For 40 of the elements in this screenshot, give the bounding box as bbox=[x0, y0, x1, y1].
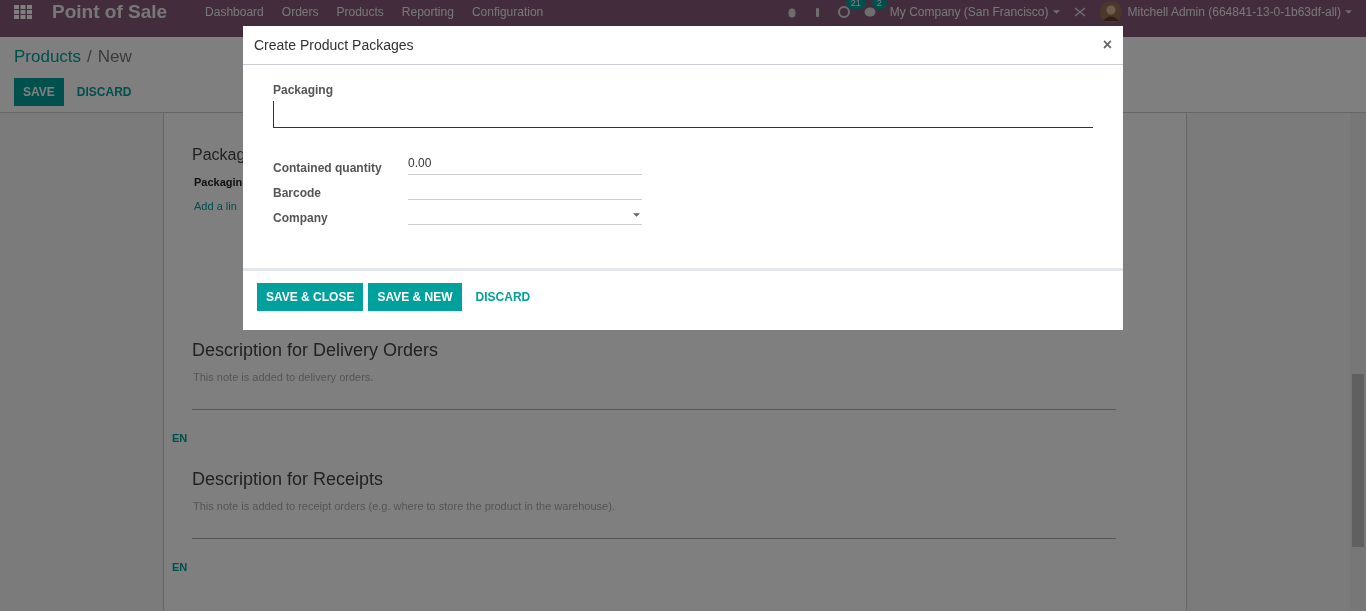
avatar-icon[interactable] bbox=[1099, 0, 1122, 23]
close-button[interactable]: × bbox=[1102, 36, 1112, 54]
caret-icon bbox=[633, 213, 640, 217]
activity-count: 21 bbox=[845, 0, 866, 9]
app-title: Point of Sale bbox=[52, 0, 168, 23]
section-title: Description for Delivery Orders bbox=[192, 340, 440, 361]
discard-button[interactable]: DISCARD bbox=[466, 283, 540, 311]
language-button[interactable]: EN bbox=[172, 561, 188, 573]
field-label: Company bbox=[273, 211, 329, 225]
field-label: Barcode bbox=[273, 186, 323, 200]
menu-item[interactable]: Orders bbox=[281, 4, 319, 19]
language-button[interactable]: EN bbox=[172, 432, 188, 444]
scrollbar[interactable] bbox=[1350, 113, 1366, 610]
caret-icon bbox=[1052, 9, 1060, 14]
breadcrumb-current: New bbox=[97, 47, 132, 68]
discard-button[interactable]: DISCARD bbox=[67, 78, 141, 106]
caret-icon bbox=[1345, 9, 1352, 14]
clock-icon[interactable] bbox=[837, 5, 850, 18]
field-label: Contained quantity bbox=[273, 161, 383, 175]
save-button[interactable]: SAVE bbox=[14, 78, 64, 106]
save-button[interactable]: SAVE & NEW bbox=[368, 283, 462, 311]
input-field[interactable]: 0.00 bbox=[408, 156, 642, 175]
menu-item[interactable]: Configuration bbox=[471, 4, 544, 19]
column-header: Packagin bbox=[193, 175, 244, 190]
menu-item[interactable]: Products bbox=[336, 4, 384, 19]
add-line-link[interactable]: Add a lin bbox=[192, 198, 239, 214]
apps-menu-icon[interactable] bbox=[14, 4, 32, 19]
field-label: Packaging bbox=[273, 83, 335, 97]
dialog-title: Create Product Packages bbox=[254, 37, 414, 53]
company-switcher[interactable]: My Company (San Francisco) bbox=[889, 4, 1049, 19]
packaging-input[interactable] bbox=[273, 101, 1093, 128]
menu-item[interactable]: Reporting bbox=[401, 4, 454, 19]
section-title: Description for Receipts bbox=[192, 469, 385, 490]
user-menu[interactable]: Mitchell Admin (664841-13-0-1b63df-all) bbox=[1127, 4, 1341, 19]
breadcrumb-separator: / bbox=[87, 47, 92, 68]
menu-item[interactable]: Dashboard bbox=[205, 4, 264, 19]
save-button[interactable]: SAVE & CLOSE bbox=[257, 283, 364, 311]
chat-icon[interactable] bbox=[863, 5, 876, 18]
breadcrumb-link[interactable]: Products bbox=[14, 47, 82, 69]
message-count: 2 bbox=[871, 0, 887, 9]
